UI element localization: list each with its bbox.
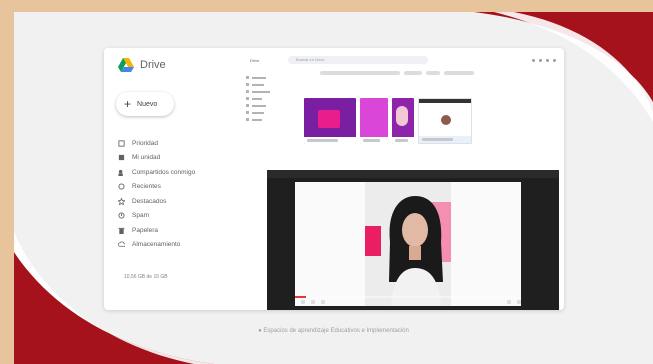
nav-item-label: Almacenamiento: [132, 241, 181, 249]
nav-item-recent[interactable]: Recientes: [114, 180, 229, 195]
search-input[interactable]: Buscar en Drive: [288, 56, 428, 64]
account-avatar[interactable]: [553, 58, 556, 62]
spam-icon: [118, 212, 125, 219]
help-icon[interactable]: [532, 58, 535, 62]
nav-item-storage[interactable]: Almacenamiento: [114, 238, 229, 253]
drive-logo-icon: [118, 58, 134, 72]
video-controls: [295, 298, 521, 306]
next-icon[interactable]: [311, 300, 315, 304]
mini-nav-item[interactable]: [246, 81, 286, 88]
nav-item-label: Papelera: [132, 226, 159, 234]
volume-icon[interactable]: [321, 300, 325, 304]
nav-item-starred[interactable]: Destacados: [114, 194, 229, 209]
nav-item-label: Compartidos conmigo: [132, 168, 196, 176]
file-thumbnail[interactable]: [304, 98, 356, 144]
storage-usage: 10,56 GB de 15 GB: [124, 274, 168, 280]
video-player[interactable]: [267, 170, 559, 310]
video-header: [267, 170, 559, 178]
file-browser: Drive Buscar en Drive: [242, 54, 560, 158]
mini-nav-item[interactable]: [246, 109, 286, 116]
play-icon[interactable]: [301, 300, 305, 304]
drive-sidebar: Drive + Nuevo Prioridad Mi unidad Compar…: [104, 48, 234, 310]
mini-drive-logo[interactable]: Drive: [242, 58, 282, 63]
nav-item-my-drive[interactable]: Mi unidad: [114, 151, 229, 166]
my-drive-icon: [118, 155, 125, 161]
presenter-figure: [389, 196, 443, 306]
file-thumbnail[interactable]: [418, 98, 472, 144]
file-thumbnails: [304, 98, 472, 144]
apps-icon[interactable]: [546, 58, 549, 62]
nav-item-label: Mi unidad: [132, 154, 161, 162]
drive-brand: Drive: [140, 59, 166, 71]
file-thumbnail[interactable]: [360, 98, 388, 144]
nav-item-priority[interactable]: Prioridad: [114, 136, 229, 151]
file-thumbnail[interactable]: [392, 98, 414, 144]
mini-sidebar: [246, 74, 286, 123]
filter-bar: [320, 69, 560, 77]
trash-icon: [118, 227, 125, 234]
nav-item-spam[interactable]: Spam: [114, 209, 229, 224]
nav-item-label: Destacados: [132, 197, 167, 205]
slide-caption: ● Espacios de aprendizaje Educativos e I…: [258, 328, 409, 334]
priority-icon: [118, 140, 125, 147]
toolbar-icons[interactable]: [532, 58, 560, 62]
settings-icon[interactable]: [539, 58, 542, 62]
nav-item-shared[interactable]: Compartidos conmigo: [114, 165, 229, 180]
nav-item-label: Spam: [132, 212, 149, 220]
mini-nav-item[interactable]: [246, 116, 286, 123]
cloud-icon: [118, 241, 125, 247]
new-button[interactable]: + Nuevo: [116, 92, 174, 116]
slide-background: Drive + Nuevo Prioridad Mi unidad Compar…: [14, 12, 653, 364]
plus-icon: +: [124, 97, 132, 111]
file-browser-topbar: Drive Buscar en Drive: [242, 54, 560, 66]
drive-logo[interactable]: Drive: [118, 58, 166, 72]
shared-icon: [118, 169, 123, 176]
mini-nav-item[interactable]: [246, 74, 286, 81]
drive-nav: Prioridad Mi unidad Compartidos conmigo …: [114, 136, 229, 252]
settings-icon[interactable]: [507, 300, 511, 304]
nav-item-trash[interactable]: Papelera: [114, 223, 229, 238]
clock-icon: [118, 183, 125, 190]
fullscreen-icon[interactable]: [517, 300, 521, 304]
mini-nav-item[interactable]: [246, 95, 286, 102]
mini-nav-item[interactable]: [246, 88, 286, 95]
star-icon: [118, 197, 125, 205]
drive-window: Drive + Nuevo Prioridad Mi unidad Compar…: [104, 48, 564, 310]
video-frame[interactable]: [295, 182, 521, 306]
nav-item-label: Recientes: [132, 183, 161, 191]
mini-nav-item[interactable]: [246, 102, 286, 109]
nav-item-label: Prioridad: [132, 139, 159, 147]
new-button-label: Nuevo: [137, 100, 158, 108]
